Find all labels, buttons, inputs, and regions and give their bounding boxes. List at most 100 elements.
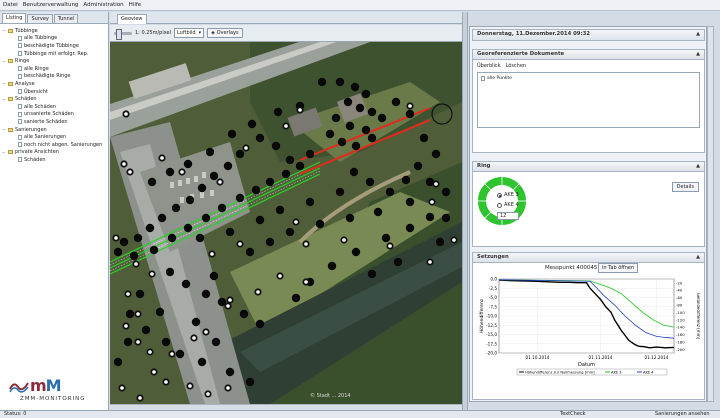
geo-docs-list[interactable]: alle Punkte — [477, 72, 700, 128]
menu-administration[interactable]: Administration — [83, 2, 123, 8]
measurement-point[interactable] — [265, 237, 275, 247]
measurement-point[interactable] — [401, 175, 411, 185]
measurement-point[interactable] — [317, 77, 327, 87]
measurement-point[interactable] — [431, 149, 441, 159]
measurement-point[interactable] — [405, 223, 415, 233]
collapse-icon[interactable]: − — [2, 150, 6, 155]
measurement-point[interactable] — [195, 233, 205, 243]
tree-folder[interactable]: − Tübbinge — [2, 27, 106, 35]
details-button[interactable]: Details — [671, 182, 699, 192]
collapse-icon[interactable]: − — [2, 97, 6, 102]
measurement-point[interactable] — [147, 177, 157, 187]
measurement-point[interactable] — [225, 367, 235, 377]
aerial-map[interactable]: © Stadt ... 2014 — [110, 42, 462, 404]
measurement-point[interactable] — [345, 121, 355, 131]
measurement-point[interactable] — [113, 357, 123, 367]
measurement-point[interactable] — [201, 289, 211, 299]
measurement-point[interactable] — [335, 187, 345, 197]
collapse-icon[interactable]: − — [2, 59, 6, 64]
measurement-point[interactable] — [265, 177, 275, 187]
measurement-point[interactable] — [197, 357, 207, 367]
measurement-point[interactable] — [419, 133, 429, 143]
measurement-point[interactable] — [119, 237, 129, 247]
measurement-point[interactable] — [235, 193, 245, 203]
menu-datei[interactable]: Datei — [3, 2, 18, 8]
measurement-point[interactable] — [245, 247, 255, 257]
measurement-point[interactable] — [149, 245, 159, 255]
collapse-icon[interactable]: − — [2, 81, 6, 86]
measurement-point[interactable] — [337, 137, 347, 147]
tree-folder[interactable]: − Ringe — [2, 57, 106, 65]
measurement-point[interactable] — [245, 377, 255, 387]
tree-leaf[interactable]: sanierte Schäden — [2, 118, 106, 126]
measurement-point[interactable] — [181, 279, 191, 289]
menu-benutzerverwaltung[interactable]: Benutzerverwaltung — [23, 2, 79, 8]
panel-splitter[interactable] — [462, 12, 468, 410]
measurement-point[interactable] — [281, 169, 291, 179]
measurement-point[interactable] — [239, 309, 249, 319]
tree-folder[interactable]: − Analyse — [2, 80, 106, 88]
measurement-point[interactable] — [285, 155, 295, 165]
tree-folder[interactable]: − Schäden — [2, 95, 106, 103]
zoom-slider[interactable] — [114, 28, 132, 40]
measurement-point[interactable] — [247, 119, 257, 129]
measurement-point[interactable] — [227, 129, 237, 139]
measurement-point[interactable] — [113, 247, 123, 257]
measurement-point[interactable] — [175, 349, 185, 359]
measurement-point[interactable] — [251, 185, 261, 195]
radio-ake4[interactable]: AKE 4 — [497, 202, 519, 208]
measurement-point[interactable] — [209, 171, 219, 181]
delete-link[interactable]: Löschen — [506, 63, 527, 69]
tree-folder[interactable]: − private Ansichten — [2, 149, 106, 157]
measurement-point[interactable] — [211, 337, 221, 347]
tab-survey[interactable]: Survey — [27, 14, 53, 23]
measurement-point[interactable] — [123, 337, 133, 347]
measurement-point[interactable] — [393, 257, 403, 267]
measurement-point[interactable] — [161, 337, 171, 347]
measurement-point[interactable] — [185, 195, 195, 205]
measurement-point[interactable] — [405, 109, 415, 119]
measurement-point[interactable] — [255, 215, 265, 225]
tree-leaf[interactable]: alle Ringe — [2, 65, 106, 73]
measurement-point[interactable] — [205, 147, 215, 157]
measurement-point[interactable] — [157, 213, 167, 223]
measurement-point[interactable] — [327, 261, 337, 271]
layer-select[interactable]: Luftbild ▾ — [173, 28, 205, 38]
measurement-point[interactable] — [191, 317, 201, 327]
measurement-point[interactable] — [425, 212, 435, 222]
tab-tunnel[interactable]: Tunnel — [53, 14, 79, 23]
collapse-icon[interactable]: ▲ — [696, 253, 700, 262]
collapse-icon[interactable]: ▲ — [696, 50, 700, 59]
collapse-icon[interactable]: ▲ — [696, 30, 700, 39]
measurement-point[interactable] — [377, 113, 387, 123]
measurement-point[interactable] — [381, 233, 391, 243]
measurement-point[interactable] — [350, 82, 360, 92]
collapse-icon[interactable]: ▲ — [696, 162, 700, 171]
measurement-point[interactable] — [183, 159, 193, 169]
measurement-point[interactable] — [305, 149, 315, 159]
tab-listing[interactable]: Listing — [2, 13, 27, 23]
measurement-point[interactable] — [441, 187, 451, 197]
measurement-point[interactable] — [273, 107, 283, 117]
measurement-point[interactable] — [335, 77, 345, 87]
tree-folder[interactable]: − Sanierungen — [2, 126, 106, 134]
tree-leaf[interactable]: unsanierte Schäden — [2, 111, 106, 119]
tree-leaf[interactable]: Tübbinge mit erfolgr. Rep. — [2, 50, 106, 58]
measurement-point[interactable] — [129, 251, 139, 261]
measurement-point[interactable] — [305, 197, 315, 207]
tree-leaf[interactable]: Schäden — [2, 156, 106, 164]
overview-link[interactable]: Überblick — [477, 63, 501, 69]
measurement-point[interactable] — [275, 205, 285, 215]
collapse-icon[interactable]: − — [2, 28, 6, 33]
tree-leaf[interactable]: alle Schäden — [2, 103, 106, 111]
map-view[interactable]: © Stadt ... 2014 — [110, 42, 462, 404]
collapse-icon[interactable]: − — [2, 127, 6, 132]
measurement-point[interactable] — [373, 207, 383, 217]
measurement-point[interactable] — [235, 149, 245, 159]
measurement-point[interactable] — [435, 237, 445, 247]
measurement-point[interactable] — [145, 223, 155, 233]
measurement-point[interactable] — [441, 213, 451, 223]
open-in-tab-button[interactable]: in Tab öffnen — [598, 263, 639, 273]
radio-ake3[interactable]: AKE 3 — [497, 192, 519, 198]
measurement-point[interactable] — [355, 103, 365, 113]
